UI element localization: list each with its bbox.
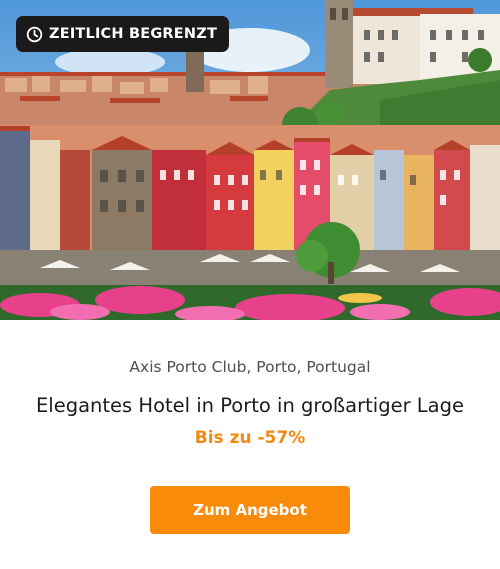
offer-title[interactable]: Elegantes Hotel in Porto in großartiger … [0,394,500,417]
to-offer-button[interactable]: Zum Angebot [150,486,350,534]
discount-text: Bis zu -57% [194,428,306,448]
hotel-photo[interactable]: ZEITLICH BEGRENZT [0,0,500,320]
badge-label: ZEITLICH BEGRENZT [49,26,218,42]
offer-location: Axis Porto Club, Porto, Portugal [129,358,371,376]
offer-card[interactable]: ZEITLICH BEGRENZT Axis Porto Club, Porto… [0,0,500,569]
clock-icon [26,26,43,42]
limited-time-badge: ZEITLICH BEGRENZT [16,16,230,52]
